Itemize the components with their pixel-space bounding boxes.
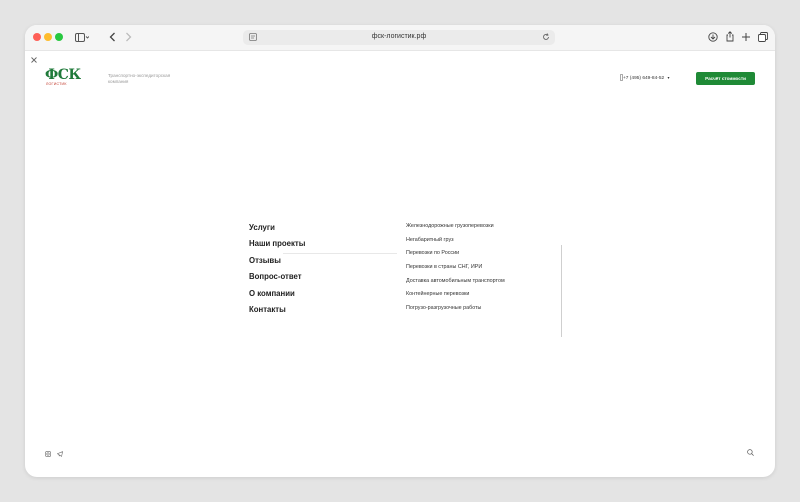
calculate-cost-button[interactable]: Расчёт стоимости bbox=[696, 72, 755, 85]
menu-item-services[interactable]: Услуги bbox=[249, 223, 305, 239]
chevron-down-icon: ▾ bbox=[667, 75, 670, 80]
sidebar-toggle-icon[interactable] bbox=[75, 33, 90, 45]
telegram-icon[interactable] bbox=[56, 450, 63, 460]
active-item-divider bbox=[283, 253, 397, 254]
address-bar[interactable]: фск-логистик.рф bbox=[243, 30, 555, 45]
submenu-item-road[interactable]: Доставка автомобильным транспортом bbox=[406, 278, 505, 292]
close-menu-icon[interactable] bbox=[31, 56, 37, 66]
logo-subtext: ЛОГИСТИК bbox=[46, 82, 67, 86]
close-window-button[interactable] bbox=[33, 33, 41, 41]
url-text: фск-логистик.рф bbox=[371, 33, 427, 40]
instagram-icon[interactable] bbox=[45, 450, 51, 460]
browser-toolbar: фск-логистик.рф bbox=[25, 25, 775, 51]
minimize-window-button[interactable] bbox=[44, 33, 52, 41]
company-tagline: Транспортно-экспедиторская компания bbox=[108, 73, 171, 84]
share-icon[interactable] bbox=[725, 31, 735, 45]
tab-overview-icon[interactable] bbox=[758, 32, 768, 45]
services-submenu: Железнодорожные грузоперевозки Негабарит… bbox=[406, 223, 505, 319]
submenu-item-loading[interactable]: Погрузо-разгрузочные работы bbox=[406, 305, 505, 319]
submenu-item-oversized[interactable]: Негабаритный груз bbox=[406, 237, 505, 251]
menu-item-about[interactable]: О компании bbox=[249, 289, 305, 305]
main-menu: Услуги Наши проекты Отзывы Вопрос-ответ … bbox=[249, 223, 305, 321]
phone-number[interactable]: +7 (495) 649-84-52 ▾ bbox=[623, 75, 670, 81]
page-content: ФСК ЛОГИСТИК Транспортно-экспедиторская … bbox=[25, 51, 775, 477]
browser-window: фск-логистик.рф ФСК ЛОГИСТИК Транспортно… bbox=[25, 25, 775, 477]
search-icon[interactable] bbox=[747, 449, 754, 459]
menu-item-contacts[interactable]: Контакты bbox=[249, 305, 305, 321]
submenu-item-rail[interactable]: Железнодорожные грузоперевозки bbox=[406, 223, 505, 237]
logo-text: ФСК bbox=[45, 67, 81, 83]
back-icon[interactable] bbox=[109, 32, 116, 45]
menu-item-reviews[interactable]: Отзывы bbox=[249, 256, 305, 272]
zoom-window-button[interactable] bbox=[55, 33, 63, 41]
download-icon[interactable] bbox=[708, 32, 718, 45]
new-tab-icon[interactable] bbox=[741, 32, 751, 45]
forward-icon[interactable] bbox=[125, 32, 132, 45]
submenu-item-container[interactable]: Контейнерные перевозки bbox=[406, 291, 505, 305]
submenu-item-cis[interactable]: Перевозки в страны СНГ, ИРИ bbox=[406, 264, 505, 278]
phone-number-text: +7 (495) 649-84-52 bbox=[623, 76, 665, 81]
reload-icon[interactable] bbox=[542, 33, 550, 44]
submenu-item-russia[interactable]: Перевозки по России bbox=[406, 250, 505, 264]
menu-item-faq[interactable]: Вопрос-ответ bbox=[249, 272, 305, 288]
submenu-divider bbox=[561, 245, 562, 337]
